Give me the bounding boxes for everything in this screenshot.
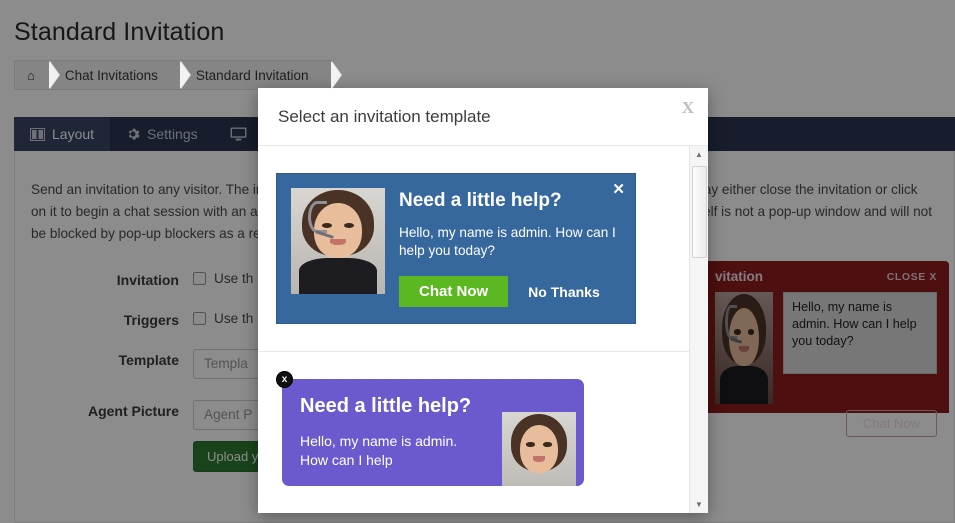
template-option-purple[interactable]: x Need a little help? Hello, my name is … [258, 352, 689, 513]
modal-body: Need a little help? Hello, my name is ad… [258, 146, 708, 513]
blue-card-heading: Need a little help? [399, 190, 562, 211]
screen: Standard Invitation ⌂ Chat Invitations S… [0, 0, 955, 523]
modal-scrollbar[interactable]: ▲ ▼ [689, 146, 708, 513]
agent-face-illustration [291, 188, 385, 294]
template-option-blue[interactable]: Need a little help? Hello, my name is ad… [258, 146, 689, 352]
purple-card-body: Hello, my name is admin. How can I help [300, 433, 458, 468]
modal-header: Select an invitation template X [258, 88, 708, 146]
blue-card-content: Need a little help? Hello, my name is ad… [399, 188, 621, 307]
close-icon[interactable]: x [276, 371, 293, 388]
modal-title: Select an invitation template [278, 106, 491, 126]
close-icon[interactable]: X [682, 98, 694, 118]
close-icon[interactable]: ✕ [612, 180, 625, 198]
no-thanks-button[interactable]: No Thanks [520, 284, 608, 300]
agent-photo [502, 412, 576, 486]
blue-card-buttons: Chat Now No Thanks [399, 276, 621, 307]
blue-card-body: Hello, my name is admin. How can I help … [399, 225, 616, 258]
scrollbar-thumb[interactable] [692, 166, 707, 258]
agent-face-illustration [502, 412, 576, 486]
purple-card-wrapper: x Need a little help? Hello, my name is … [276, 371, 689, 486]
template-list: Need a little help? Hello, my name is ad… [258, 146, 689, 513]
purple-invitation-card[interactable]: Need a little help? Hello, my name is ad… [282, 379, 584, 486]
agent-photo [291, 188, 385, 294]
scroll-down-arrow-icon[interactable]: ▼ [690, 496, 708, 513]
blue-invitation-card[interactable]: Need a little help? Hello, my name is ad… [276, 173, 636, 324]
chat-now-button[interactable]: Chat Now [399, 276, 509, 307]
scroll-up-arrow-icon[interactable]: ▲ [690, 146, 708, 163]
select-template-modal: Select an invitation template X Need a l… [258, 88, 708, 513]
